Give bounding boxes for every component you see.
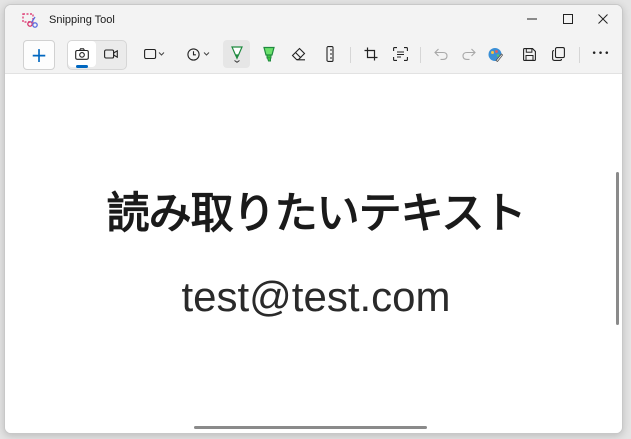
- horizontal-scrollbar[interactable]: [194, 426, 427, 429]
- plus-icon: +: [30, 43, 48, 67]
- eraser-button[interactable]: [285, 40, 312, 68]
- highlighter-icon: [262, 46, 275, 62]
- screenshot-email-text: test@test.com: [181, 273, 451, 320]
- close-button[interactable]: [585, 5, 621, 33]
- video-camera-icon: [103, 49, 118, 59]
- title-bar: Snipping Tool: [5, 5, 622, 35]
- snip-canvas[interactable]: 読み取りたいテキスト test@test.com: [5, 74, 622, 433]
- copy-button[interactable]: [545, 40, 572, 68]
- highlighter-button[interactable]: [255, 40, 282, 68]
- undo-icon: [433, 48, 448, 60]
- save-icon: [523, 47, 536, 61]
- clock-icon: [187, 47, 210, 61]
- minimize-icon: [527, 18, 537, 20]
- text-actions-button[interactable]: [387, 40, 414, 68]
- more-icon: •••: [591, 49, 611, 59]
- window-title: Snipping Tool: [49, 14, 115, 26]
- copy-icon: [552, 47, 565, 61]
- snip-shape-dropdown[interactable]: [139, 40, 171, 68]
- toolbar-separator: [579, 47, 580, 63]
- snipping-tool-window: Snipping Tool + ••• 読み取りたいテキスト test@test…: [4, 4, 623, 434]
- close-icon: [598, 14, 608, 24]
- new-snip-button[interactable]: +: [23, 40, 55, 70]
- active-mode-indicator: [76, 65, 88, 68]
- paint-icon: [488, 48, 503, 62]
- crop-icon: [364, 47, 377, 61]
- maximize-icon: [563, 14, 573, 24]
- maximize-button[interactable]: [550, 5, 586, 33]
- toolbar: + •••: [5, 35, 622, 74]
- redo-button[interactable]: [455, 40, 482, 68]
- delay-dropdown[interactable]: [183, 40, 215, 68]
- undo-button[interactable]: [427, 40, 454, 68]
- eraser-icon: [291, 47, 306, 61]
- vertical-scrollbar[interactable]: [616, 172, 619, 325]
- pen-icon: [230, 46, 243, 63]
- toolbar-separator: [420, 47, 421, 63]
- ruler-button[interactable]: [316, 40, 343, 68]
- camera-icon: [75, 48, 89, 60]
- ruler-icon: [325, 46, 334, 62]
- more-options-button[interactable]: •••: [587, 40, 615, 68]
- screenshot-mode-button[interactable]: [68, 40, 96, 68]
- snipping-tool-icon: [22, 13, 38, 29]
- crop-button[interactable]: [357, 40, 384, 68]
- text-actions-icon: [393, 47, 408, 61]
- ballpoint-pen-button[interactable]: [223, 40, 250, 68]
- screenshot-heading-text: 読み取りたいテキスト: [106, 189, 527, 239]
- redo-icon: [461, 48, 476, 60]
- captured-screenshot: 読み取りたいテキスト test@test.com: [102, 163, 530, 338]
- rectangle-snip-icon: [144, 48, 165, 60]
- minimize-button[interactable]: [514, 5, 550, 33]
- edit-in-paint-button[interactable]: [481, 40, 508, 68]
- video-mode-button[interactable]: [97, 40, 124, 68]
- save-button[interactable]: [516, 40, 543, 68]
- toolbar-separator: [350, 47, 351, 63]
